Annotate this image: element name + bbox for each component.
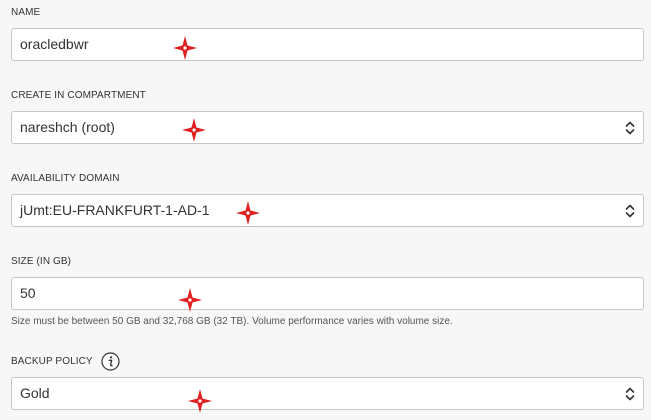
chevron-updown-icon <box>625 121 635 135</box>
availability-domain-select[interactable]: jUmt:EU-FRANKFURT-1-AD-1 <box>11 194 644 227</box>
size-input-value: 50 <box>20 285 36 301</box>
compartment-select[interactable]: nareshch (root) <box>11 111 644 144</box>
backup-policy-select-value: Gold <box>20 385 50 401</box>
size-hint: Size must be between 50 GB and 32,768 GB… <box>11 316 453 327</box>
name-input[interactable]: oracledbwr <box>11 28 644 61</box>
chevron-updown-icon <box>625 204 635 218</box>
compartment-label: CREATE IN COMPARTMENT <box>11 90 146 101</box>
red-star-marker-icon <box>188 389 212 413</box>
backup-policy-select[interactable]: Gold <box>11 377 644 410</box>
info-icon[interactable] <box>101 352 120 371</box>
red-star-marker-icon <box>178 288 202 312</box>
red-star-marker-icon <box>182 118 206 142</box>
name-label: NAME <box>11 7 41 18</box>
chevron-updown-icon <box>625 387 635 401</box>
name-input-value: oracledbwr <box>20 36 89 52</box>
size-input[interactable]: 50 <box>11 277 644 310</box>
availability-domain-select-value: jUmt:EU-FRANKFURT-1-AD-1 <box>20 202 210 218</box>
backup-policy-label: BACKUP POLICY <box>11 356 93 367</box>
size-label: SIZE (IN GB) <box>11 256 72 267</box>
compartment-select-value: nareshch (root) <box>20 119 115 135</box>
red-star-marker-icon <box>173 36 197 60</box>
red-star-marker-icon <box>236 201 260 225</box>
create-block-volume-form: NAME oracledbwr CREATE IN COMPARTMENT na… <box>0 0 651 420</box>
availability-domain-label: AVAILABILITY DOMAIN <box>11 173 120 184</box>
